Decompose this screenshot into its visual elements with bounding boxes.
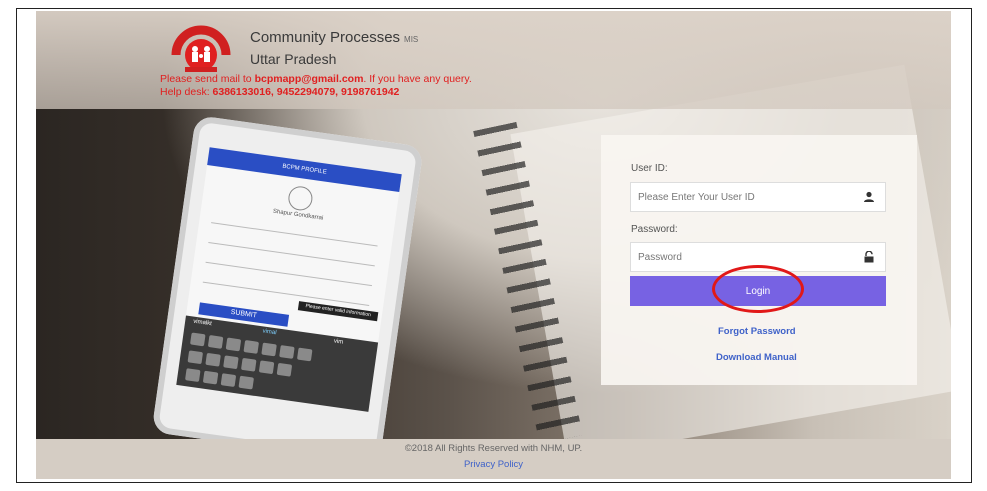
user-icon: [864, 191, 874, 202]
phone-kbd-suggestion: vimal: [262, 328, 277, 337]
password-input[interactable]: [631, 243, 865, 271]
phone-field-line: [205, 261, 373, 287]
phone-kbd-suggestion: vim: [333, 338, 344, 346]
login-button[interactable]: Login: [630, 276, 886, 306]
phone-key: [190, 332, 206, 347]
phone-kbd-suggestion: vimalkt: [192, 318, 213, 328]
download-manual-link[interactable]: Download Manual: [716, 352, 797, 363]
phone-screen: BCPM PROFILE Shapur Gondkarrai Please en…: [176, 147, 402, 412]
user-id-field-wrapper: [630, 182, 886, 212]
phone-key: [225, 337, 242, 352]
phone-key: [238, 375, 255, 390]
phone-key: [258, 360, 275, 375]
phone-key: [240, 357, 257, 372]
phone-key: [207, 335, 224, 349]
phone-key: [223, 355, 239, 370]
forgot-password-link[interactable]: Forgot Password: [718, 326, 796, 337]
phone-key: [205, 352, 221, 367]
phone-avatar-icon: [286, 184, 314, 212]
app-title-text: Community Processes: [250, 29, 401, 46]
privacy-policy-link[interactable]: Privacy Policy: [36, 459, 951, 470]
phone-key: [220, 373, 237, 388]
support-email-link[interactable]: bcpmapp@gmail.com: [255, 73, 364, 85]
phone-image: BCPM PROFILE Shapur Gondkarrai Please en…: [151, 115, 424, 464]
phone-keyboard: vimalkt vimal vim: [176, 315, 379, 412]
phone-field-line: [202, 281, 370, 306]
phone-key: [202, 370, 219, 385]
app-title: Community Processes MIS: [250, 29, 418, 46]
phone-key: [243, 340, 260, 354]
phone-key: [276, 362, 293, 377]
phone-key: [296, 347, 313, 362]
nhm-logo-emblem: [171, 25, 231, 72]
user-id-label: User ID:: [631, 163, 668, 174]
password-label: Password:: [631, 224, 678, 235]
phone-key: [187, 350, 204, 365]
copyright-text: ©2018 All Rights Reserved with NHM, UP.: [404, 443, 583, 454]
nhm-logo: [170, 23, 232, 75]
phone-field-line: [208, 241, 375, 267]
phone-key: [185, 368, 201, 382]
login-panel: User ID: Password: Login Forgot Password…: [601, 135, 917, 385]
browser-frame: BCPM PROFILE Shapur Gondkarrai Please en…: [16, 8, 972, 483]
unlock-icon: [864, 251, 874, 263]
helpdesk-numbers: 6386133016, 9452294079, 9198761942: [212, 86, 400, 98]
user-id-input[interactable]: [631, 183, 865, 211]
password-field-wrapper: [630, 242, 886, 272]
app-title-suffix: MIS: [404, 35, 419, 44]
phone-key: [279, 345, 295, 359]
notice-prefix: Please send mail to: [160, 73, 255, 85]
phone-key: [261, 342, 277, 357]
helpdesk-notice: Help desk: 6386133016, 9452294079, 91987…: [160, 86, 399, 98]
helpdesk-prefix: Help desk:: [160, 86, 213, 98]
login-page: BCPM PROFILE Shapur Gondkarrai Please en…: [36, 11, 951, 479]
contact-notice: Please send mail to bcpmapp@gmail.com. I…: [160, 73, 472, 85]
app-subtitle: Uttar Pradesh: [250, 51, 337, 67]
phone-app-header: BCPM PROFILE: [207, 147, 402, 193]
notice-suffix: . If you have any query.: [363, 73, 472, 85]
